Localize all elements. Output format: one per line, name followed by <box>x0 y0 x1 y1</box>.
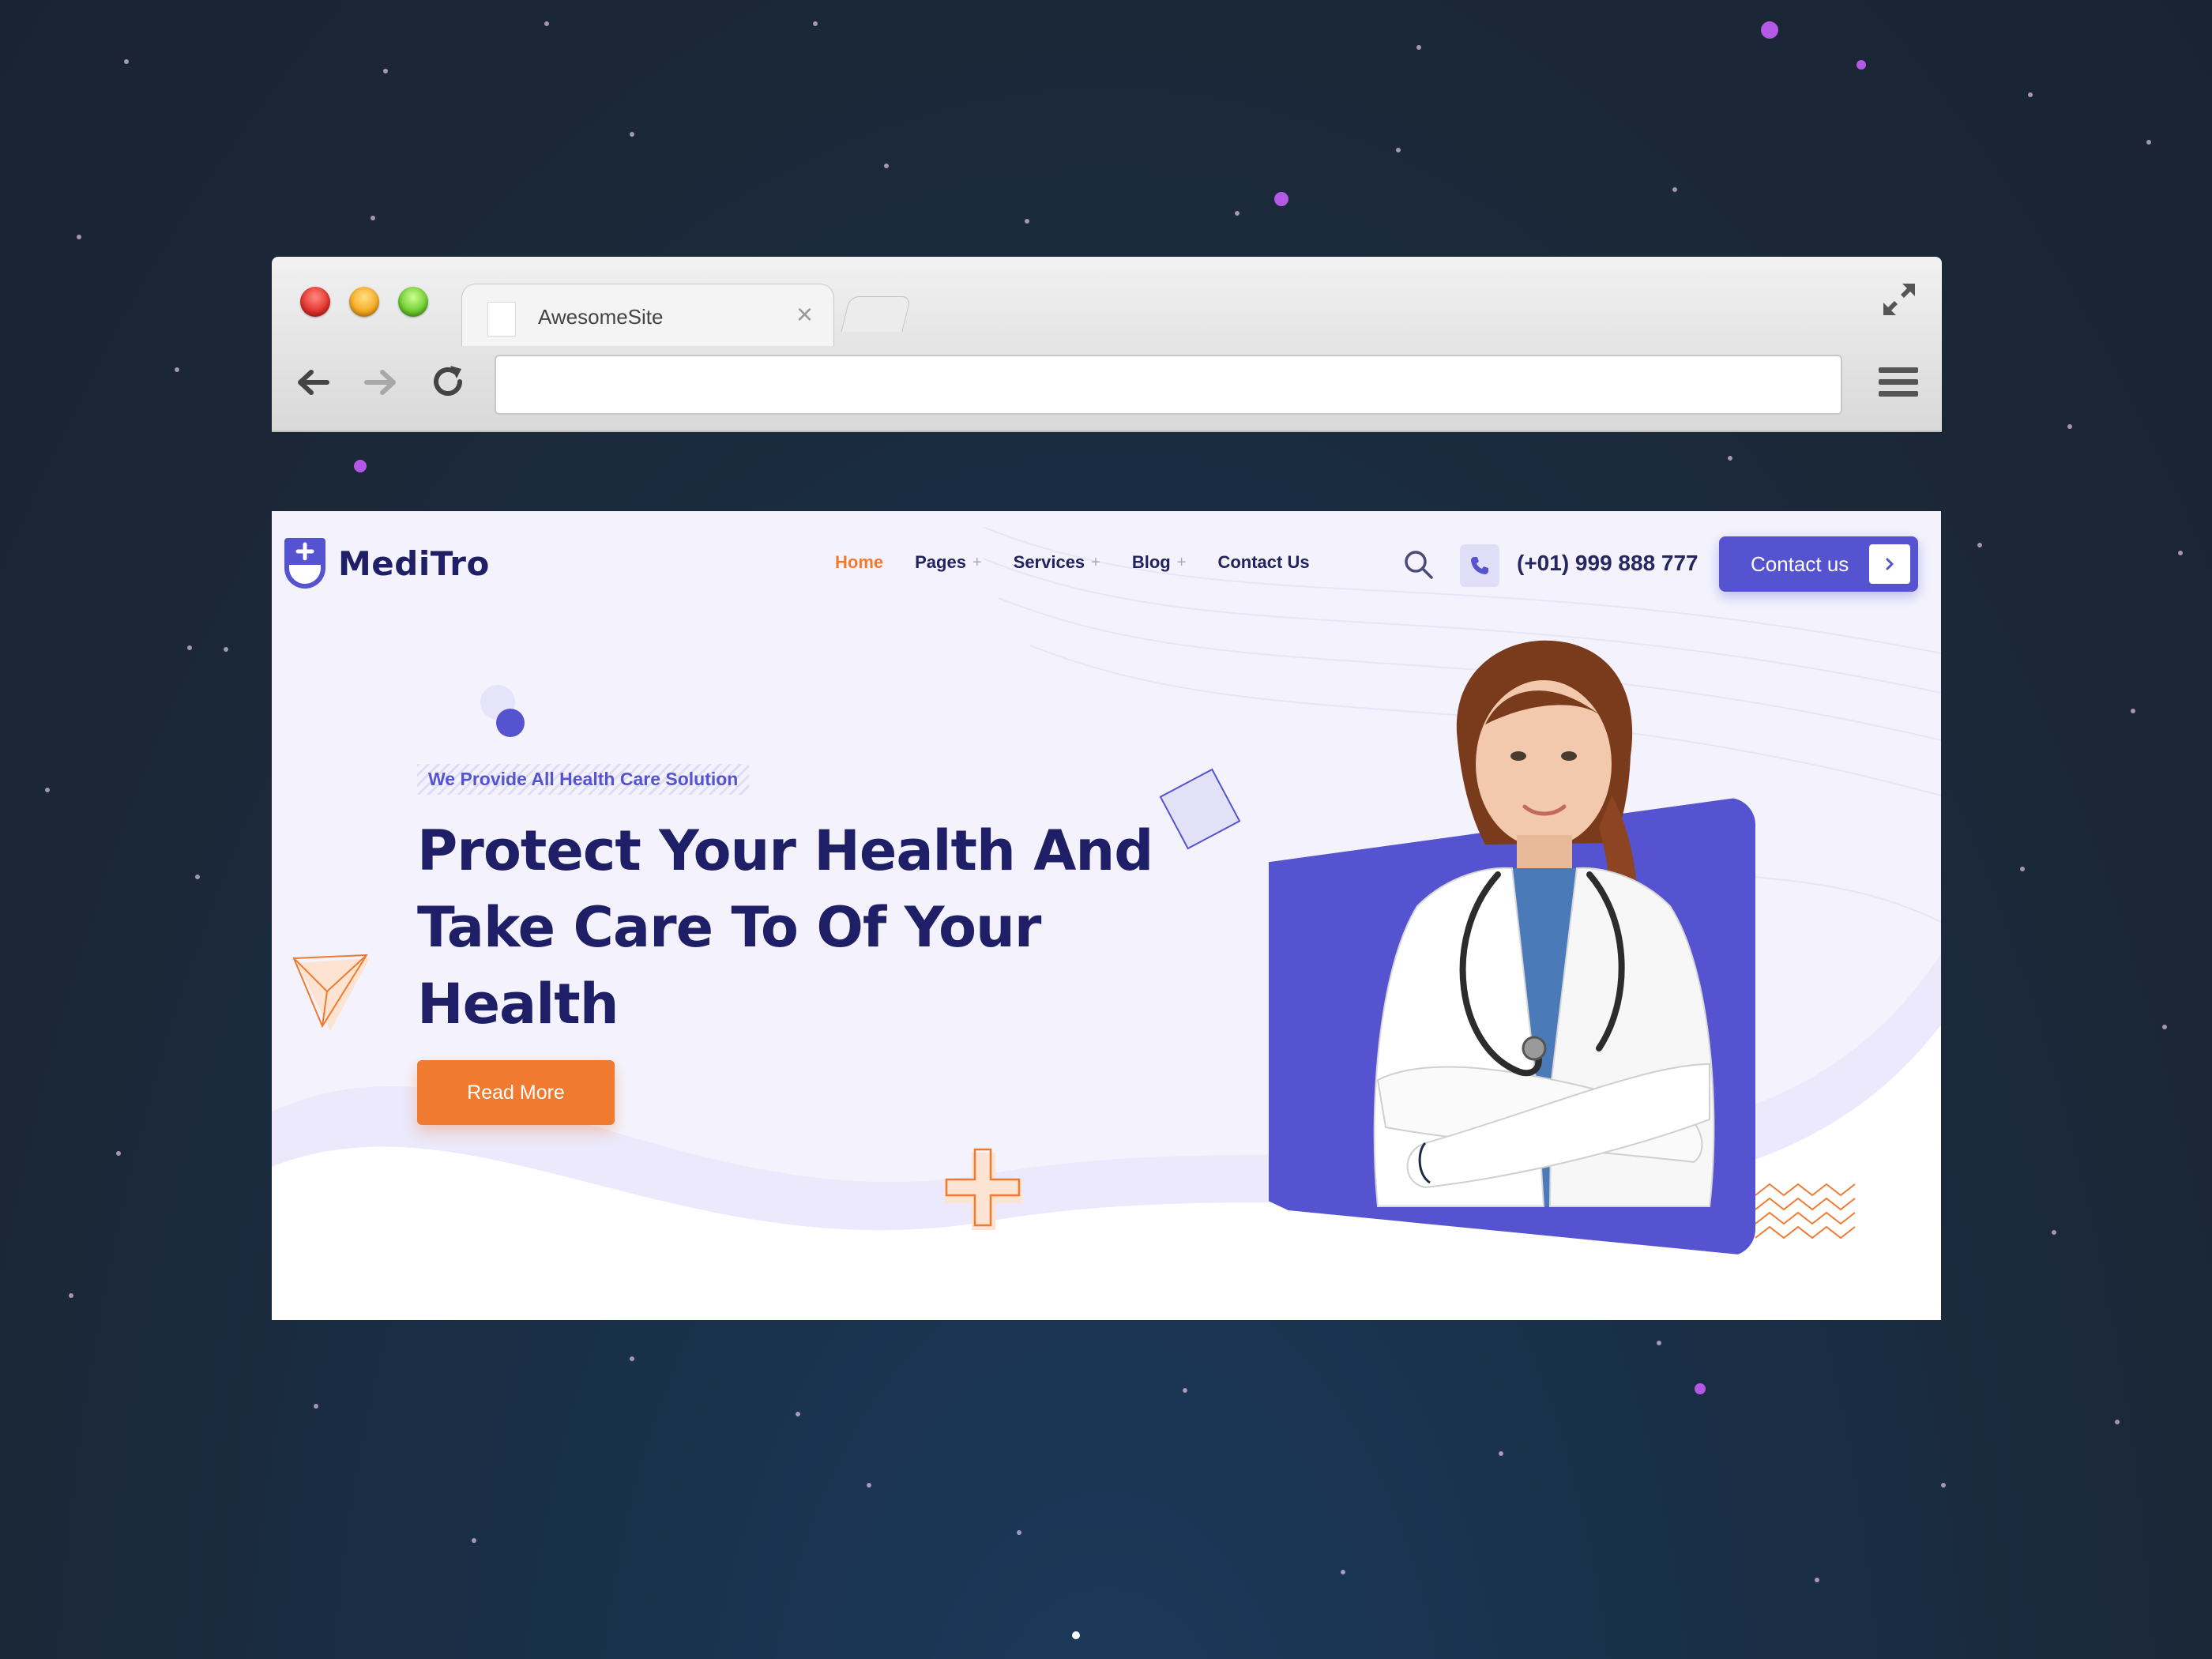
paper-plane-icon <box>292 954 370 1031</box>
fullscreen-icon[interactable] <box>1880 280 1918 318</box>
browser-window: AwesomeSite × <box>272 257 1942 432</box>
read-more-button[interactable]: Read More <box>417 1060 615 1125</box>
medical-shield-icon <box>284 538 325 589</box>
page-favicon-icon <box>487 302 516 337</box>
tagline-text: We Provide All Health Care Solution <box>428 769 739 789</box>
nav-item-blog[interactable]: Blog + <box>1132 552 1187 573</box>
phone-icon <box>1471 557 1488 574</box>
hero-headline: Protect Your Health And Take Care To Of … <box>417 818 1153 1036</box>
website-viewport: MediTro Home Pages + Services + Blog + C… <box>272 511 1941 1320</box>
minimize-window-button[interactable] <box>349 287 379 317</box>
contact-us-label: Contact us <box>1751 552 1849 576</box>
hero-tagline: We Provide All Health Care Solution <box>417 764 750 795</box>
doctor-photo <box>1373 640 1715 1207</box>
browser-menu-icon[interactable] <box>1879 367 1918 402</box>
nav-item-contact-us[interactable]: Contact Us <box>1217 552 1309 573</box>
close-window-button[interactable] <box>300 287 330 317</box>
brand-name: MediTro <box>338 544 490 583</box>
nav-item-pages[interactable]: Pages + <box>915 552 982 573</box>
nav-item-services[interactable]: Services + <box>1014 552 1100 573</box>
forward-arrow-icon[interactable] <box>360 363 400 402</box>
reload-icon[interactable] <box>428 363 468 402</box>
phone-icon-box <box>1460 544 1499 587</box>
address-bar[interactable] <box>495 355 1842 415</box>
new-tab-button[interactable] <box>841 296 912 332</box>
tab-title: AwesomeSite <box>538 305 664 329</box>
plus-icon: + <box>1176 553 1187 571</box>
maximize-window-button[interactable] <box>398 287 428 317</box>
nav-item-label: Contact Us <box>1217 552 1310 572</box>
nav-item-label: Blog <box>1131 552 1171 572</box>
nav-item-label: Home <box>835 552 884 572</box>
browser-toolbar: AwesomeSite × <box>272 257 1942 432</box>
plus-icon: + <box>972 553 982 571</box>
phone-number[interactable]: (+01) 999 888 777 <box>1517 551 1698 576</box>
plus-icon: + <box>1091 553 1100 571</box>
main-navigation: Home Pages + Services + Blog + Contact U… <box>835 552 1341 573</box>
search-icon[interactable] <box>1401 547 1436 582</box>
nav-item-label: Pages <box>915 552 966 572</box>
tab-close-icon[interactable]: × <box>796 299 813 330</box>
browser-tab[interactable]: AwesomeSite × <box>461 284 834 346</box>
decorative-circles-icon <box>480 685 525 737</box>
back-arrow-icon[interactable] <box>294 363 333 402</box>
nav-item-home[interactable]: Home <box>835 552 883 573</box>
site-logo[interactable]: MediTro <box>283 536 490 590</box>
chevron-right-icon <box>1869 544 1910 584</box>
medical-cross-icon <box>945 1148 1022 1230</box>
nav-item-label: Services <box>1013 552 1085 572</box>
contact-us-button[interactable]: Contact us <box>1719 536 1918 592</box>
